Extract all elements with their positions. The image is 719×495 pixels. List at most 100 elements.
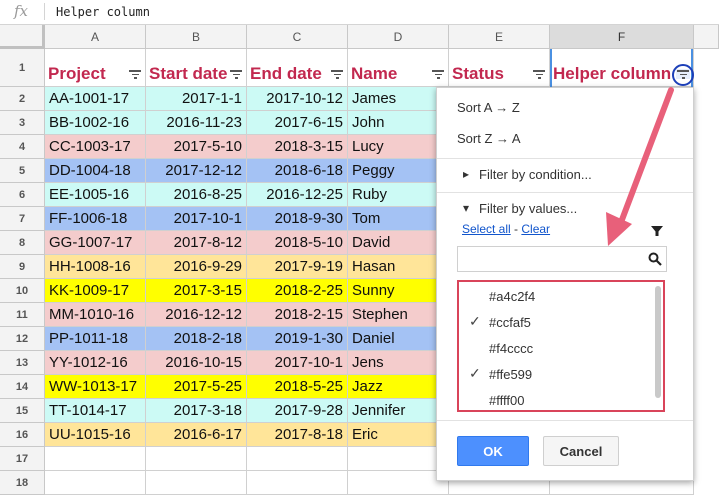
header-cell[interactable]: Helper column (550, 49, 694, 87)
row-header-18[interactable]: 18 (0, 471, 45, 495)
cell-end[interactable]: 2018-3-15 (247, 135, 348, 159)
value-option[interactable]: ✓ #ffe599 (459, 364, 649, 386)
cell-name[interactable]: Peggy (348, 159, 449, 183)
cell-name[interactable]: Stephen (348, 303, 449, 327)
cell-start[interactable]: 2016-11-23 (146, 111, 247, 135)
search-icon[interactable] (648, 252, 662, 266)
cell-name[interactable]: Lucy (348, 135, 449, 159)
cell-end[interactable]: 2018-6-18 (247, 159, 348, 183)
filter-button-icon[interactable] (532, 69, 546, 79)
header-cell[interactable]: Status (449, 49, 550, 87)
cell-name[interactable]: Hasan (348, 255, 449, 279)
cell-empty[interactable] (348, 471, 449, 495)
column-header-c[interactable]: C (247, 25, 348, 49)
values-scrollbar[interactable] (655, 286, 661, 398)
clear-link[interactable]: Clear (521, 222, 550, 236)
cell-empty[interactable] (45, 471, 146, 495)
cell-empty[interactable] (247, 447, 348, 471)
cell-empty[interactable] (146, 471, 247, 495)
cell-end[interactable]: 2017-10-12 (247, 87, 348, 111)
cell-name[interactable]: Daniel (348, 327, 449, 351)
row-header-6[interactable]: 6 (0, 183, 45, 207)
select-all-corner[interactable] (0, 25, 45, 49)
cell-end[interactable]: 2018-9-30 (247, 207, 348, 231)
cell-start[interactable]: 2017-5-25 (146, 375, 247, 399)
ok-button[interactable]: OK (457, 436, 529, 466)
value-option[interactable]: ✓ #ccfaf5 (459, 312, 649, 334)
cell-end[interactable]: 2016-12-25 (247, 183, 348, 207)
filter-button-icon[interactable] (128, 69, 142, 79)
row-header-2[interactable]: 2 (0, 87, 45, 111)
cell-project[interactable]: UU-1015-16 (45, 423, 146, 447)
cell-project[interactable]: DD-1004-18 (45, 159, 146, 183)
header-cell[interactable]: Name (348, 49, 449, 87)
cell-end[interactable]: 2019-1-30 (247, 327, 348, 351)
row-header-5[interactable]: 5 (0, 159, 45, 183)
value-option[interactable]: #a4c2f4 (459, 286, 649, 308)
filter-button-icon[interactable] (330, 69, 344, 79)
cell-project[interactable]: HH-1008-16 (45, 255, 146, 279)
sort-a-z-item[interactable]: Sort A → Z (457, 100, 520, 115)
cell-name[interactable]: David (348, 231, 449, 255)
cell-end[interactable]: 2018-2-25 (247, 279, 348, 303)
cell-end[interactable]: 2017-6-15 (247, 111, 348, 135)
cell-empty[interactable] (348, 447, 449, 471)
cell-end[interactable]: 2018-2-15 (247, 303, 348, 327)
cell-project[interactable]: AA-1001-17 (45, 87, 146, 111)
cell-start[interactable]: 2016-6-17 (146, 423, 247, 447)
row-header-8[interactable]: 8 (0, 231, 45, 255)
row-header-14[interactable]: 14 (0, 375, 45, 399)
row-header-10[interactable]: 10 (0, 279, 45, 303)
row-header-11[interactable]: 11 (0, 303, 45, 327)
cell-project[interactable]: EE-1005-16 (45, 183, 146, 207)
cell-project[interactable]: TT-1014-17 (45, 399, 146, 423)
cell-name[interactable]: John (348, 111, 449, 135)
column-header-f[interactable]: F (550, 25, 694, 49)
checkmark-icon[interactable]: ✓ (469, 313, 481, 330)
row-header-16[interactable]: 16 (0, 423, 45, 447)
cell-project[interactable]: YY-1012-16 (45, 351, 146, 375)
filter-button-icon[interactable] (431, 69, 445, 79)
cell-project[interactable]: WW-1013-17 (45, 375, 146, 399)
cell-project[interactable]: BB-1002-16 (45, 111, 146, 135)
cell-end[interactable]: 2017-8-18 (247, 423, 348, 447)
cell-name[interactable]: Eric (348, 423, 449, 447)
row-header-12[interactable]: 12 (0, 327, 45, 351)
cancel-button[interactable]: Cancel (543, 436, 619, 466)
row-header-4[interactable]: 4 (0, 135, 45, 159)
column-header-d[interactable]: D (348, 25, 449, 49)
cell-name[interactable]: Sunny (348, 279, 449, 303)
cell-start[interactable]: 2017-10-1 (146, 207, 247, 231)
cell-empty[interactable] (146, 447, 247, 471)
cell-start[interactable]: 2017-1-1 (146, 87, 247, 111)
formula-input[interactable]: Helper column (56, 5, 150, 19)
sort-z-a-item[interactable]: Sort Z → A (457, 131, 521, 146)
column-header-a[interactable]: A (45, 25, 146, 49)
header-cell[interactable]: Start date (146, 49, 247, 87)
cell-project[interactable]: GG-1007-17 (45, 231, 146, 255)
cell-start[interactable]: 2016-12-12 (146, 303, 247, 327)
cell-project[interactable]: KK-1009-17 (45, 279, 146, 303)
cell-project[interactable]: CC-1003-17 (45, 135, 146, 159)
row-header-15[interactable]: 15 (0, 399, 45, 423)
value-option[interactable]: #f4cccc (459, 338, 649, 360)
row-header-3[interactable]: 3 (0, 111, 45, 135)
column-header-b[interactable]: B (146, 25, 247, 49)
row-header-9[interactable]: 9 (0, 255, 45, 279)
cell-project[interactable]: MM-1010-16 (45, 303, 146, 327)
cell-end[interactable]: 2018-5-10 (247, 231, 348, 255)
cell-end[interactable]: 2017-9-28 (247, 399, 348, 423)
value-option[interactable]: #ffff00 (459, 390, 649, 412)
checkmark-icon[interactable]: ✓ (469, 365, 481, 382)
filter-button-icon[interactable] (229, 69, 243, 79)
cell-project[interactable]: PP-1011-18 (45, 327, 146, 351)
column-header-e[interactable]: E (449, 25, 550, 49)
cell-name[interactable]: Ruby (348, 183, 449, 207)
cell-start[interactable]: 2017-5-10 (146, 135, 247, 159)
values-search-input[interactable] (460, 249, 644, 271)
cell-start[interactable]: 2017-8-12 (146, 231, 247, 255)
cell-name[interactable]: James (348, 87, 449, 111)
cell-empty[interactable] (247, 471, 348, 495)
select-all-link[interactable]: Select all (462, 222, 511, 236)
row-header-13[interactable]: 13 (0, 351, 45, 375)
